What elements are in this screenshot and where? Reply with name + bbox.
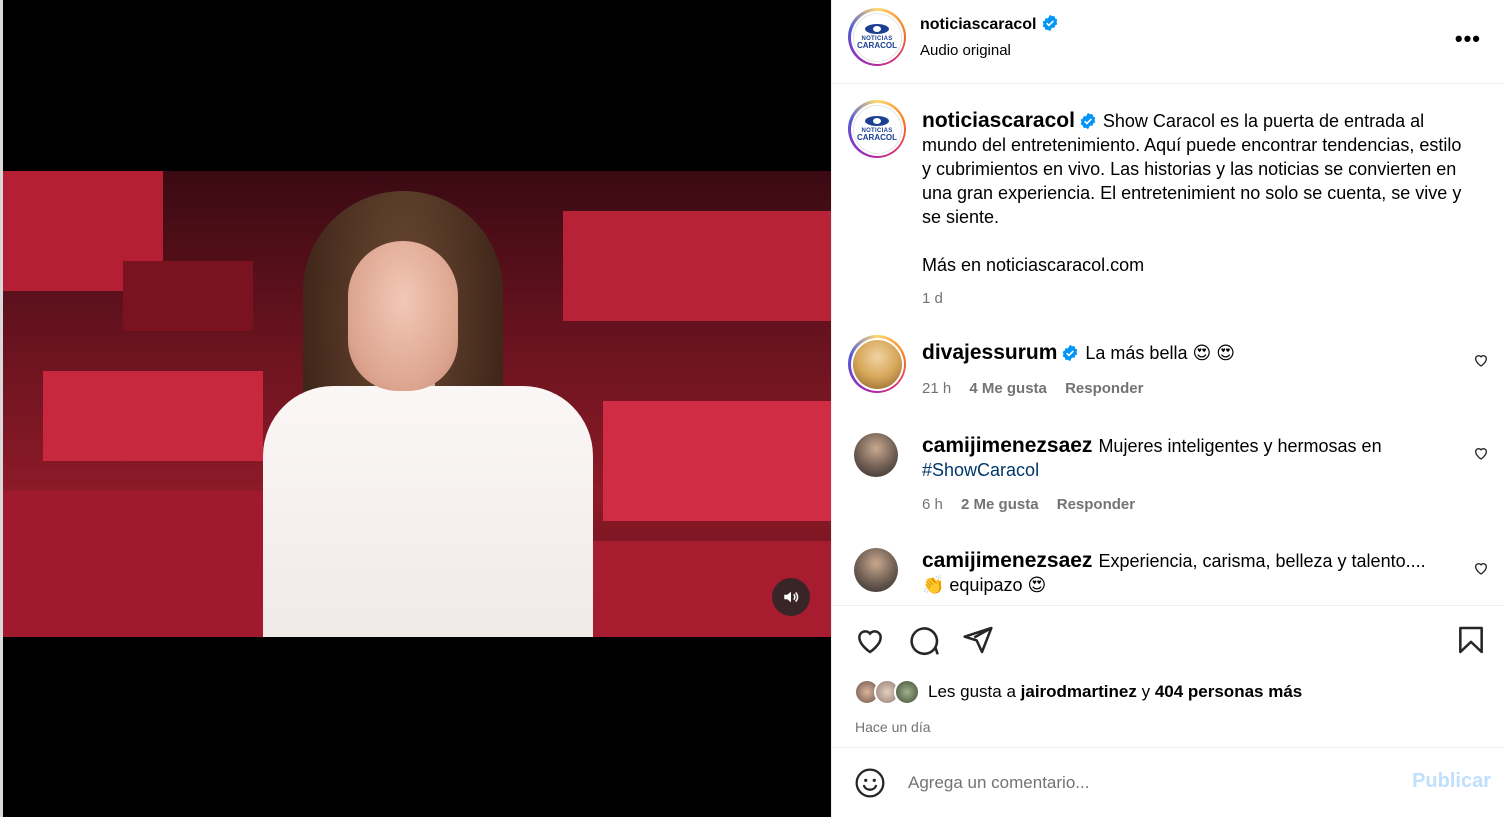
comment-input[interactable]: [908, 768, 1378, 798]
comment-text-continued: 👏 equipazo 😍: [922, 575, 1047, 595]
verified-badge-icon: [1079, 112, 1097, 130]
comment-text: La más bella 😍 😍: [1085, 343, 1235, 363]
post-actions: Les gusta a jairodmartinez y 404 persona…: [832, 605, 1504, 748]
comment: camijimenezsaez Mujeres inteligentes y he…: [832, 430, 1504, 530]
caption: NOTICIAS CARACOL noticiascaracol Show Ca…: [832, 85, 1504, 325]
set-block: [563, 211, 831, 321]
comment-avatar[interactable]: [854, 433, 898, 477]
comment-composer: Publicar: [832, 748, 1504, 817]
comment-text: Mujeres inteligentes y hermosas en: [1098, 436, 1382, 456]
presenter-outfit: [263, 386, 593, 637]
comment-text: Experiencia, carisma, belleza y talento.…: [1098, 551, 1426, 571]
publish-button[interactable]: Publicar: [1412, 770, 1491, 793]
hashtag-link[interactable]: #ShowCaracol: [922, 460, 1039, 480]
caption-link: Más en noticiascaracol.com: [922, 255, 1145, 275]
reply-button[interactable]: Responder: [1057, 496, 1135, 513]
comment-avatar[interactable]: [854, 548, 898, 592]
mute-button[interactable]: [772, 578, 810, 616]
logo-text: CARACOL: [857, 41, 897, 50]
account-username[interactable]: noticiascaracol: [920, 16, 1037, 33]
caption-time: 1 d: [922, 290, 943, 307]
caracol-logo-icon: [865, 24, 889, 34]
post-header: NOTICIAS CARACOL noticiascaracol Audio o…: [832, 0, 1504, 84]
liker-username[interactable]: jairodmartinez: [1021, 682, 1137, 701]
likes-joiner: y: [1141, 682, 1151, 701]
comment-username[interactable]: camijimenezsaez: [922, 434, 1092, 457]
post-media: [0, 0, 831, 817]
comments-list: NOTICIAS CARACOL noticiascaracol Show Ca…: [832, 85, 1504, 605]
comment-username[interactable]: camijimenezsaez: [922, 549, 1092, 572]
bookmark-icon[interactable]: [1455, 624, 1487, 656]
reply-button[interactable]: Responder: [1065, 380, 1143, 397]
audio-label[interactable]: Audio original: [920, 42, 1011, 59]
comment-likes[interactable]: 4 Me gusta: [969, 380, 1047, 397]
liker-avatar: [894, 679, 920, 705]
comment-username[interactable]: divajessurum: [922, 341, 1057, 364]
verified-badge-icon: [1061, 344, 1079, 362]
heart-icon[interactable]: [854, 624, 886, 656]
set-block: [3, 491, 283, 637]
caracol-logo-icon: [865, 116, 889, 126]
share-icon[interactable]: [962, 624, 994, 656]
comment-time[interactable]: 21 h: [922, 380, 951, 397]
post-side-panel: NOTICIAS CARACOL noticiascaracol Audio o…: [831, 0, 1504, 817]
set-block: [123, 261, 253, 331]
comment: divajessurum La más bella 😍 😍 21 h 4 Me …: [832, 335, 1504, 415]
account-avatar[interactable]: NOTICIAS CARACOL: [848, 8, 906, 66]
comment-heart-icon[interactable]: [1473, 445, 1489, 461]
comment: camijimenezsaez Experiencia, carisma, bel…: [832, 545, 1504, 605]
video-player[interactable]: [3, 171, 831, 637]
likes-count[interactable]: 404 personas más: [1155, 682, 1302, 701]
more-options-icon[interactable]: •••: [1455, 26, 1481, 52]
post-time[interactable]: Hace un día: [855, 719, 931, 735]
comment-heart-icon[interactable]: [1473, 560, 1489, 576]
comment-heart-icon[interactable]: [1473, 352, 1489, 368]
comment-time[interactable]: 6 h: [922, 496, 943, 513]
verified-badge-icon: [1041, 14, 1059, 32]
likes-prefix: Les gusta a: [928, 682, 1016, 701]
comment-avatar[interactable]: [848, 335, 906, 393]
likes-summary: Les gusta a jairodmartinez y 404 persona…: [928, 682, 1302, 702]
comment-likes[interactable]: 2 Me gusta: [961, 496, 1039, 513]
logo-text: CARACOL: [857, 133, 897, 142]
emoji-icon[interactable]: [854, 767, 886, 799]
liked-by-avatars: [854, 679, 924, 707]
caption-username[interactable]: noticiascaracol: [922, 109, 1075, 132]
volume-icon: [784, 591, 799, 603]
presenter-face: [348, 241, 458, 391]
set-block: [43, 371, 263, 461]
set-block: [603, 401, 831, 521]
comment-icon[interactable]: [908, 624, 940, 656]
caption-avatar[interactable]: NOTICIAS CARACOL: [848, 100, 906, 158]
